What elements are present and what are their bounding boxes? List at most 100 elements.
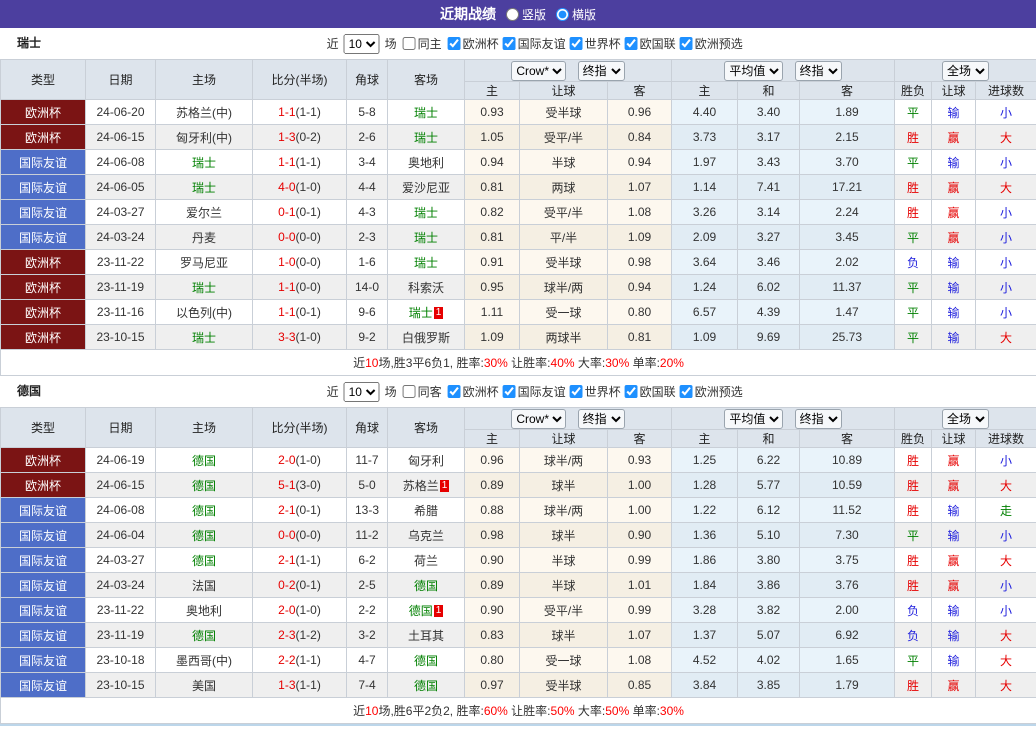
same-side-checkbox[interactable] (402, 385, 416, 398)
league-checkbox[interactable] (447, 384, 461, 398)
same-side-label: 同客 (417, 385, 442, 399)
team-label: 瑞士 (408, 305, 433, 320)
league-checkbox[interactable] (679, 384, 693, 398)
bookmaker-select[interactable]: Crow* (511, 60, 567, 81)
league-checkbox[interactable] (624, 36, 638, 50)
match-type: 欧洲杯 (0, 274, 86, 300)
team-label: 德国 (191, 528, 216, 543)
league-filter[interactable]: 国际友谊 (499, 35, 566, 52)
avg-home: 1.36 (671, 522, 738, 548)
final-index-select-2[interactable]: 终指 (794, 60, 842, 81)
layout-vertical-option[interactable]: 竖版 (505, 6, 546, 23)
team-label: 德国 (413, 678, 438, 693)
summary-segment: 单率: (629, 704, 660, 718)
team-label: 苏格兰(中) (176, 105, 232, 120)
result-goals: 小 (975, 299, 1036, 325)
league-filter[interactable]: 世界杯 (566, 383, 621, 400)
odds-home: 0.81 (464, 174, 520, 200)
league-checkbox[interactable] (624, 384, 638, 398)
avg-draw: 6.02 (737, 274, 800, 300)
away-team: 德国 (387, 647, 465, 673)
match-date: 24-06-05 (85, 174, 156, 200)
team-label: 德国 (191, 453, 216, 468)
col-result-handicap: 让球 (931, 429, 977, 448)
league-filter[interactable]: 欧洲杯 (444, 383, 499, 400)
home-team: 丹麦 (155, 224, 253, 250)
match-date: 24-06-08 (85, 497, 156, 523)
avg-draw: 5.07 (737, 622, 800, 648)
league-checkbox[interactable] (569, 384, 583, 398)
final-index-select[interactable]: 终指 (577, 60, 625, 81)
home-team: 德国 (155, 522, 253, 548)
full-match-select[interactable]: 全场 (942, 60, 990, 81)
league-checkbox[interactable] (447, 36, 461, 50)
league-checkbox[interactable] (679, 36, 693, 50)
result-handicap: 输 (931, 149, 977, 175)
layout-horizontal-option[interactable]: 横版 (556, 6, 596, 23)
avg-home: 3.26 (671, 199, 738, 225)
horizontal-radio[interactable] (556, 7, 569, 21)
result-wdl: 胜 (894, 124, 933, 150)
avg-draw: 5.77 (737, 472, 800, 498)
same-side-filter[interactable]: 同主 (399, 35, 442, 52)
league-filter[interactable]: 欧洲预选 (676, 383, 743, 400)
avg-away: 2.15 (798, 124, 896, 150)
result-goals: 小 (975, 597, 1036, 623)
corner-count: 2-5 (346, 572, 388, 598)
odds-away: 1.08 (607, 647, 672, 673)
match-row: 国际友谊 23-11-19 德国 2-3(1-2) 3-2 土耳其 0.83 球半 1.07 1.… (0, 622, 1036, 648)
result-goals: 小 (975, 249, 1036, 275)
league-filter[interactable]: 欧洲杯 (444, 35, 499, 52)
score-cell: 2-1(1-1) (252, 547, 347, 573)
league-filter[interactable]: 国际友谊 (499, 383, 566, 400)
final-index-select[interactable]: 终指 (577, 408, 625, 429)
summary-segment: 场,胜6平2负2, 胜率: (378, 704, 484, 718)
away-team: 科索沃 (387, 274, 465, 300)
match-type: 国际友谊 (0, 522, 86, 548)
final-index-select-2[interactable]: 终指 (794, 408, 842, 429)
fulltime-score: 3-3 (278, 330, 296, 344)
team-label: 德国 (408, 603, 433, 618)
team-label: 德国 (191, 553, 216, 568)
same-side-checkbox[interactable] (402, 37, 416, 50)
summary-text: 近10场,胜3平6负1, 胜率:30% 让胜率:40% 大率:30% 单率:20… (0, 349, 1036, 376)
avg-home: 1.86 (671, 547, 738, 573)
col-away: 客场 (387, 407, 465, 448)
full-match-select[interactable]: 全场 (942, 408, 990, 429)
result-goals: 小 (975, 447, 1036, 473)
corner-count: 2-2 (346, 597, 388, 623)
fulltime-score: 1-3 (278, 130, 296, 144)
odds-away: 1.00 (607, 497, 672, 523)
col-result-goals: 进球数 (975, 429, 1036, 448)
league-checkbox[interactable] (569, 36, 583, 50)
match-date: 24-06-15 (85, 472, 156, 498)
col-avg-draw: 和 (737, 81, 800, 100)
vertical-radio[interactable] (505, 7, 519, 21)
league-filter[interactable]: 欧国联 (621, 35, 676, 52)
score-cell: 2-0(1-0) (252, 597, 347, 623)
summary-segment: 单率: (629, 356, 660, 370)
match-count-select[interactable]: 10 (343, 381, 380, 402)
bookmaker-select[interactable]: Crow* (511, 408, 567, 429)
average-select[interactable]: 平均值 (724, 60, 784, 81)
league-checkbox[interactable] (502, 384, 516, 398)
average-select[interactable]: 平均值 (724, 408, 784, 429)
result-wdl: 胜 (894, 572, 933, 598)
away-team: 德国 (387, 672, 465, 698)
same-side-filter[interactable]: 同客 (399, 383, 442, 400)
league-filter[interactable]: 欧国联 (621, 383, 676, 400)
match-count-select[interactable]: 10 (343, 33, 380, 54)
match-type: 国际友谊 (0, 199, 86, 225)
match-date: 23-11-22 (85, 597, 156, 623)
team-label: 墨西哥(中) (176, 653, 232, 668)
score-cell: 5-1(3-0) (252, 472, 347, 498)
col-type: 类型 (0, 59, 86, 100)
league-filter[interactable]: 世界杯 (566, 35, 621, 52)
match-rows: 欧洲杯 24-06-20 苏格兰(中) 1-1(1-1) 5-8 瑞士 0.93 受半球 0.9… (0, 99, 1036, 350)
odds-handicap: 球半/两 (519, 447, 608, 473)
league-filter[interactable]: 欧洲预选 (676, 35, 743, 52)
odds-handicap: 受一球 (519, 647, 608, 673)
league-checkbox[interactable] (502, 36, 516, 50)
halftime-score: (0-0) (295, 280, 321, 294)
odds-handicap: 半球 (519, 149, 608, 175)
